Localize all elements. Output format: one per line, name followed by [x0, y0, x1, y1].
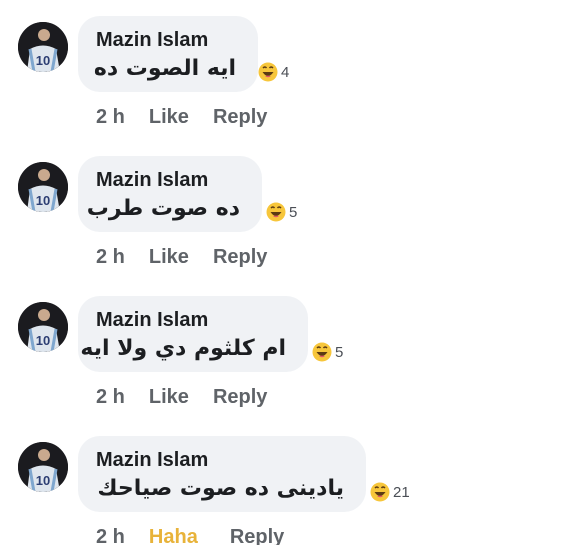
comment-bubble[interactable]: Mazin Islam يادينى ده صوت صياحك	[78, 436, 366, 512]
comment-actions: 2 h Like Reply	[96, 106, 267, 129]
comment-actions: 2 h Haha Reply	[96, 526, 284, 545]
reply-button[interactable]: Reply	[213, 246, 267, 269]
comment-text: ايه الصوت ده	[93, 56, 236, 81]
comment-actions: 2 h Like Reply	[96, 386, 267, 409]
reply-button[interactable]: Reply	[213, 386, 267, 409]
reaction-count: 4	[281, 63, 290, 81]
comment-bubble[interactable]: Mazin Islam ايه الصوت ده	[78, 16, 258, 92]
jersey-number: 10	[36, 333, 50, 348]
jersey-number: 10	[36, 473, 50, 488]
like-button[interactable]: Like	[149, 106, 189, 129]
comment: 10 Mazin Islam ده صوت طرب 5 2 h Like Rep…	[0, 150, 562, 290]
comment-author[interactable]: Mazin Islam	[96, 169, 208, 192]
comment-timestamp[interactable]: 2 h	[96, 246, 125, 269]
comment-author[interactable]: Mazin Islam	[96, 309, 208, 332]
comment: 10 Mazin Islam يادينى ده صوت صياحك 21 2 …	[0, 430, 562, 545]
reaction-count: 21	[393, 483, 410, 501]
avatar[interactable]: 10	[18, 162, 68, 212]
haha-reaction-button[interactable]: Haha	[149, 526, 198, 545]
haha-icon	[266, 202, 286, 222]
comment-bubble[interactable]: Mazin Islam ده صوت طرب	[78, 156, 262, 232]
avatar[interactable]: 10	[18, 442, 68, 492]
haha-icon	[258, 62, 278, 82]
reaction-count: 5	[289, 203, 298, 221]
comment-timestamp[interactable]: 2 h	[96, 526, 125, 545]
reaction-count: 5	[335, 343, 344, 361]
jersey-number: 10	[36, 193, 50, 208]
reaction-summary[interactable]: 5	[266, 200, 297, 224]
reaction-summary[interactable]: 21	[370, 480, 410, 504]
haha-icon	[370, 482, 390, 502]
reply-button[interactable]: Reply	[230, 526, 284, 545]
haha-icon	[312, 342, 332, 362]
comment: 10 Mazin Islam ام كلثوم دي ولا ايه 5 2 h…	[0, 290, 562, 430]
comment-timestamp[interactable]: 2 h	[96, 386, 125, 409]
comment-bubble[interactable]: Mazin Islam ام كلثوم دي ولا ايه	[78, 296, 308, 372]
like-button[interactable]: Like	[149, 246, 189, 269]
comment-timestamp[interactable]: 2 h	[96, 106, 125, 129]
comment-actions: 2 h Like Reply	[96, 246, 267, 269]
comment-text: يادينى ده صوت صياحك	[97, 476, 344, 501]
reaction-summary[interactable]: 4	[258, 60, 289, 84]
reaction-summary[interactable]: 5	[312, 340, 343, 364]
comment-text: ده صوت طرب	[86, 196, 240, 221]
comment-text: ام كلثوم دي ولا ايه	[80, 336, 286, 361]
comment: 10 Mazin Islam ايه الصوت ده 4 2 h Like R…	[0, 10, 562, 150]
reply-button[interactable]: Reply	[213, 106, 267, 129]
jersey-number: 10	[36, 53, 50, 68]
avatar[interactable]: 10	[18, 22, 68, 72]
like-button[interactable]: Like	[149, 386, 189, 409]
comment-thread: 10 Mazin Islam ايه الصوت ده 4 2 h Like R…	[0, 0, 562, 545]
avatar[interactable]: 10	[18, 302, 68, 352]
comment-author[interactable]: Mazin Islam	[96, 449, 208, 472]
comment-author[interactable]: Mazin Islam	[96, 29, 208, 52]
